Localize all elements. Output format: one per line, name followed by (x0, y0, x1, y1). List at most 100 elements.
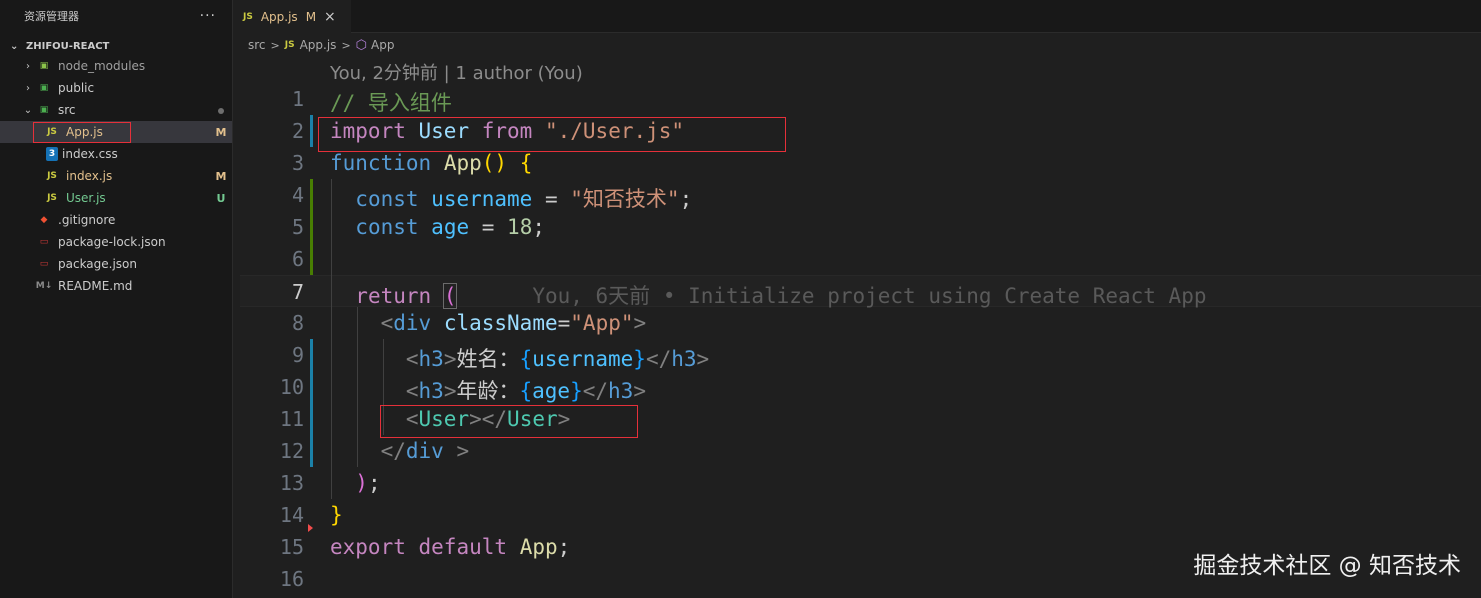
tab-label: App.js (260, 9, 298, 24)
tree-item-label: package-lock.json (58, 235, 166, 249)
folder-public-icon: ▣ (39, 83, 49, 93)
attribute-name: className (443, 311, 558, 335)
code-line-current[interactable]: 7 return ( You, 6天前 • Initialize project… (240, 275, 1481, 309)
code-line[interactable]: 14 } (240, 499, 1481, 531)
tree-item-label: src (58, 103, 76, 117)
semicolon: ; (367, 471, 381, 495)
tag-bracket: < (405, 347, 419, 371)
line-number: 16 (279, 567, 304, 591)
line-number: 11 (279, 407, 304, 431)
tag-name: h3 (418, 379, 444, 403)
tree-item-node-modules[interactable]: › ▣ node_modules (0, 55, 232, 77)
code-line[interactable]: 5 const age = 18; (240, 211, 1481, 243)
tag-bracket: > (443, 439, 470, 463)
markdown-file-icon: M↓ (35, 281, 53, 291)
bracket: { (519, 379, 533, 403)
tag-bracket: > (633, 379, 646, 403)
editor-tab-bar: JS App.js M × (233, 0, 1481, 33)
javascript-file-icon: JS (47, 193, 57, 203)
string-value: "App" (570, 311, 634, 335)
code-line[interactable]: 6 (240, 243, 1481, 275)
tree-item-label: index.css (62, 147, 118, 161)
number-value: 18 (507, 215, 533, 239)
git-status-badge: U (216, 191, 226, 205)
jsx-text: 年龄： (456, 379, 520, 403)
explorer-title: 资源管理器 (24, 10, 79, 23)
highlight-box-app-js (33, 122, 131, 143)
git-status-badge: M (215, 169, 227, 183)
code-line[interactable]: 12 </div > (240, 435, 1481, 467)
tree-item-public[interactable]: › ▣ public (0, 77, 232, 99)
jsx-text: 姓名： (456, 347, 520, 371)
explorer-sidebar: 资源管理器 ··· ⌄ ZHIFOU-REACT › ▣ node_module… (0, 0, 233, 598)
code-line[interactable]: 4 const username = "知否技术"; (240, 179, 1481, 211)
git-blame-codelens[interactable]: You, 2分钟前 | 1 author (You) (330, 59, 583, 85)
tree-item-src[interactable]: ⌄ ▣ src (0, 99, 232, 121)
keyword-default: default (418, 535, 508, 559)
chevron-right-icon: > (270, 38, 280, 52)
line-number: 6 (291, 247, 304, 271)
bracket: } (633, 347, 646, 371)
keyword-function: function (330, 151, 432, 175)
bracket: { (519, 347, 533, 371)
breadcrumb-symbol[interactable]: App (371, 38, 394, 52)
tab-app-js[interactable]: JS App.js M × (233, 0, 351, 33)
gutter-added-marker[interactable] (310, 179, 313, 275)
tree-item-label: package.json (58, 257, 138, 271)
bracket: ) (355, 471, 368, 495)
code-line[interactable]: 10 <h3>年龄：{age}</h3> (240, 371, 1481, 403)
tree-item-package-json[interactable]: ▭ package.json (0, 253, 232, 275)
line-number: 13 (279, 471, 304, 495)
chevron-right-icon: › (26, 82, 30, 94)
git-status-badge: M (215, 125, 227, 139)
explorer-header: 资源管理器 ··· (0, 0, 232, 32)
watermark: 掘金技术社区 @ 知否技术 (1193, 553, 1461, 579)
line-number: 4 (291, 183, 304, 207)
breadcrumb: src > JS App.js > ⬡ App (248, 35, 394, 55)
chevron-down-icon: ⌄ (10, 40, 19, 52)
tree-item-gitignore[interactable]: ◆ .gitignore (0, 209, 232, 231)
keyword-const: const (355, 215, 419, 239)
code-line[interactable]: 9 <h3>姓名：{username}</h3> (240, 339, 1481, 371)
breadcrumb-folder[interactable]: src (248, 38, 266, 52)
tree-item-index-css[interactable]: 3 index.css (0, 143, 232, 165)
close-icon[interactable]: × (324, 9, 336, 25)
code-line[interactable]: 1 // 导入组件 (240, 83, 1481, 115)
tree-item-label: README.md (58, 279, 133, 293)
line-number: 15 (279, 535, 304, 559)
gutter-modified-marker[interactable] (310, 115, 313, 147)
bracket: () (481, 151, 508, 175)
tree-item-readme-md[interactable]: M↓ README.md (0, 275, 232, 297)
tree-item-index-js[interactable]: JS index.js M (0, 165, 232, 187)
gutter-modified-marker[interactable] (310, 339, 313, 467)
operator-assign: = (469, 215, 508, 239)
folder-src-icon: ▣ (39, 105, 49, 115)
tag-bracket: > (696, 347, 710, 371)
tag-name: h3 (671, 347, 697, 371)
chevron-down-icon: ⌄ (23, 104, 33, 116)
gutter-deleted-marker[interactable] (308, 524, 313, 532)
more-actions-icon[interactable]: ··· (200, 8, 216, 24)
workspace-root[interactable]: ⌄ ZHIFOU-REACT (0, 35, 232, 57)
line-number: 9 (291, 343, 304, 367)
variable-age: age (532, 379, 571, 403)
tree-item-package-lock-json[interactable]: ▭ package-lock.json (0, 231, 232, 253)
tag-bracket: > (443, 379, 457, 403)
line-number: 14 (279, 503, 304, 527)
tree-item-user-js[interactable]: JS User.js U (0, 187, 232, 209)
line-number: 2 (291, 119, 304, 143)
tag-name: div (393, 311, 432, 335)
javascript-file-icon: JS (284, 40, 295, 50)
code-line[interactable]: 13 ); (240, 467, 1481, 499)
breadcrumb-file[interactable]: App.js (300, 38, 337, 52)
code-line[interactable]: 8 <div className="App"> (240, 307, 1481, 339)
semicolon: ; (679, 187, 693, 211)
chevron-right-icon: > (341, 38, 351, 52)
